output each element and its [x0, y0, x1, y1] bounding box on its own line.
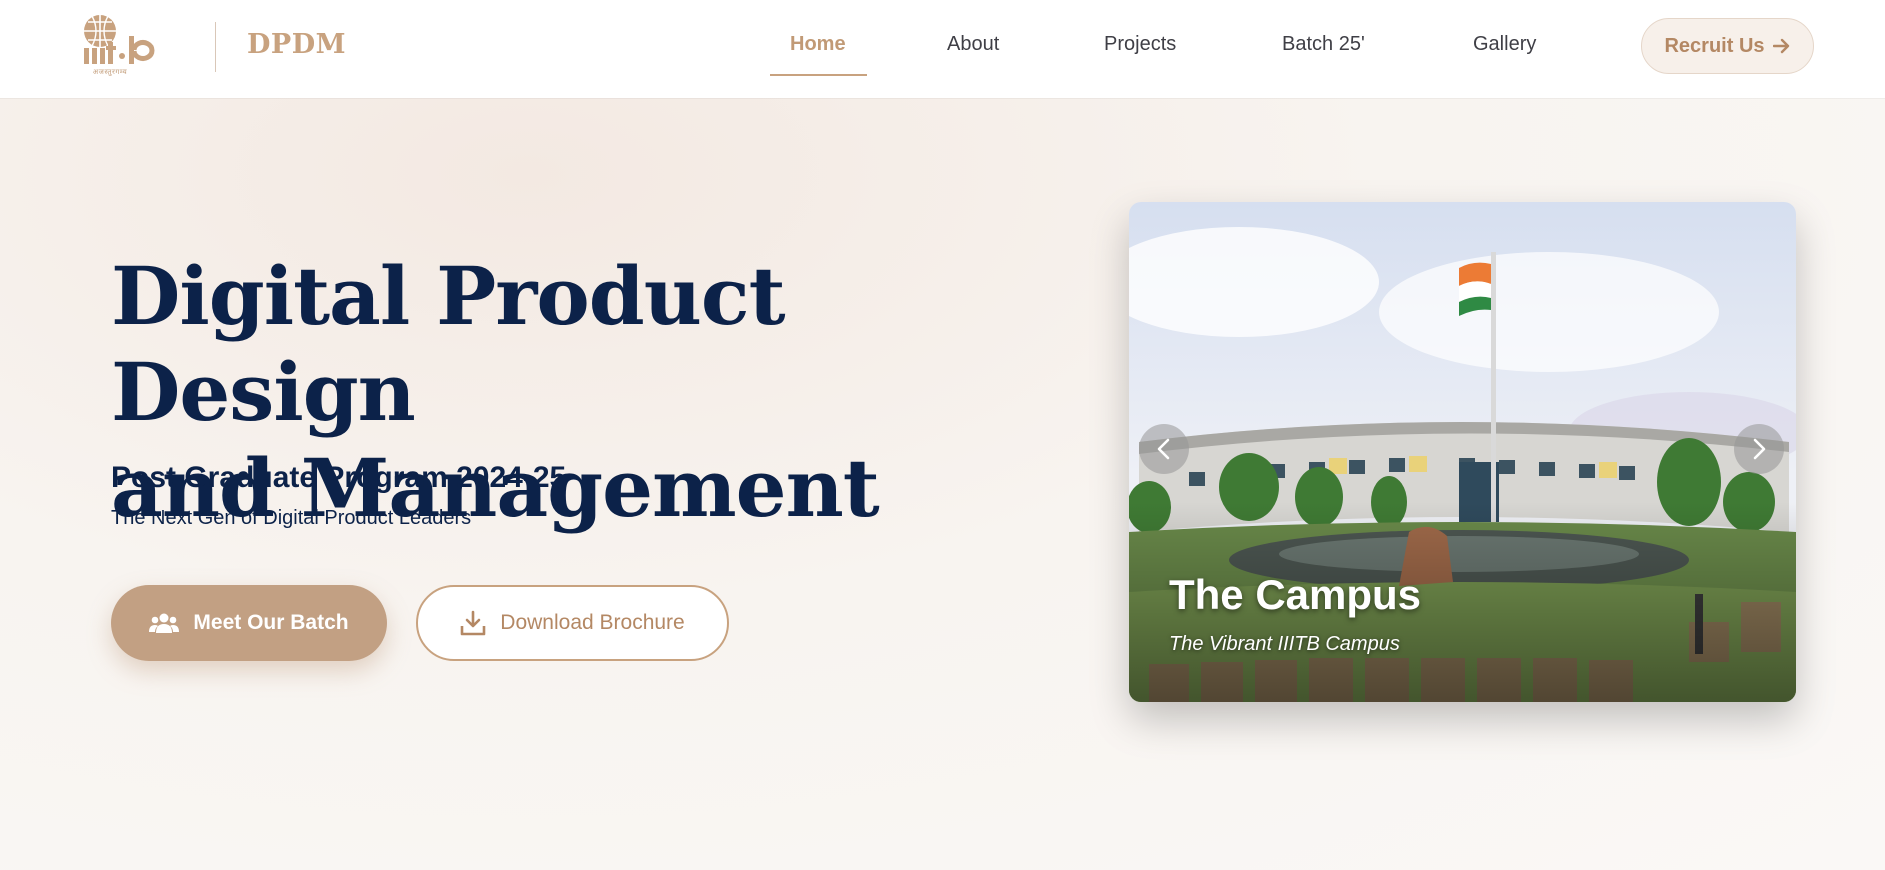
recruit-us-button[interactable]: Recruit Us: [1641, 18, 1814, 74]
recruit-us-label: Recruit Us: [1664, 34, 1765, 57]
nav-projects[interactable]: Projects: [1104, 33, 1176, 56]
download-icon: [460, 610, 486, 636]
carousel-prev-button[interactable]: [1139, 424, 1189, 474]
slide-subtitle: The Vibrant IIITB Campus: [1169, 633, 1400, 655]
hero-tagline: The Next Gen of Digital Product Leaders: [111, 507, 472, 529]
chevron-left-icon: [1157, 438, 1170, 460]
logo-divider: [215, 22, 216, 72]
hero-title-line-1: Digital Product Design: [111, 249, 786, 439]
nav-batch[interactable]: Batch 25': [1282, 33, 1365, 56]
campus-carousel[interactable]: The Campus The Vibrant IIITB Campus: [1129, 202, 1796, 702]
users-icon: [149, 613, 180, 633]
nav-gallery[interactable]: Gallery: [1473, 33, 1536, 56]
chevron-right-icon: [1753, 438, 1766, 460]
brand-name[interactable]: DPDM: [247, 29, 346, 60]
nav-active-indicator: [770, 74, 867, 76]
site-header: अजस्तुरगम्य DPDM Home About Projects Bat…: [0, 0, 1885, 98]
iiitb-logo[interactable]: अजस्तुरगम्य: [82, 14, 162, 82]
arrow-right-icon: [1772, 38, 1789, 54]
hero-subtitle: Post Graduate Program 2024-25: [111, 461, 567, 494]
meet-our-batch-label: Meet Our Batch: [193, 611, 349, 634]
download-brochure-button[interactable]: Download Brochure: [416, 585, 729, 661]
carousel-next-button[interactable]: [1734, 424, 1784, 474]
nav-home[interactable]: Home: [790, 33, 846, 56]
meet-our-batch-button[interactable]: Meet Our Batch: [111, 585, 387, 661]
download-brochure-label: Download Brochure: [500, 611, 685, 634]
slide-title: The Campus: [1169, 571, 1422, 618]
logo-motto: अजस्तुरगम्य: [92, 68, 128, 76]
nav-about[interactable]: About: [947, 33, 999, 56]
campus-photo: [1129, 202, 1796, 702]
globe-logo-icon: [84, 15, 155, 64]
